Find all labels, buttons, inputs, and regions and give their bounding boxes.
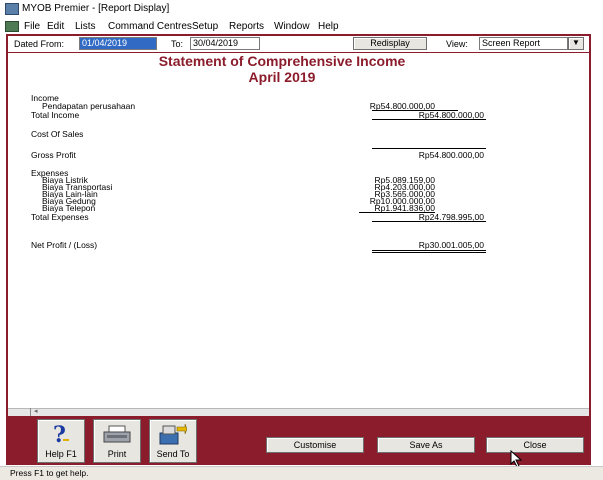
scroll-divider [30,408,31,416]
gross-profit-rule [372,148,486,149]
to-label: To: [171,39,184,49]
total-expenses-label: Total Expenses [31,212,89,222]
total-rule [372,221,486,222]
dated-from-label: Dated From: [14,39,65,49]
menu-command-centres[interactable]: Command Centres [108,21,192,32]
net-profit-double-rule [372,252,486,253]
window-title: MYOB Premier - [Report Display] [22,3,170,14]
net-profit-label: Net Profit / (Loss) [31,240,98,250]
gross-profit-amount: Rp54.800.000,00 [418,150,484,160]
help-button-label: Help F1 [45,449,77,459]
gross-profit-label: Gross Profit [31,150,76,160]
net-profit-amount: Rp30.001.005,00 [418,240,484,250]
question-mark-icon: ? [53,422,69,446]
menu-reports[interactable]: Reports [229,21,264,32]
status-bar [0,466,603,480]
customise-button[interactable]: Customise [266,437,364,453]
total-rule [372,119,486,120]
redisplay-button[interactable]: Redisplay [353,37,427,50]
menu-setup[interactable]: Setup [192,21,218,32]
help-button[interactable]: ? Help F1 [37,419,85,463]
menu-lists[interactable]: Lists [75,21,96,32]
menu-edit[interactable]: Edit [47,21,64,32]
report-period: April 2019 [248,69,316,85]
report-title: Statement of Comprehensive Income [158,53,406,69]
chevron-down-icon[interactable]: ▼ [568,37,584,50]
send-to-button-label: Send To [156,449,190,459]
menu-window[interactable]: Window [274,21,310,32]
send-to-icon [159,423,187,445]
cost-of-sales-label: Cost Of Sales [31,129,84,139]
net-profit-rule [372,250,486,251]
close-button[interactable]: Close [486,437,584,453]
total-income-label: Total Income [31,110,80,120]
view-label: View: [446,39,468,49]
document-icon[interactable] [5,21,19,32]
save-as-button[interactable]: Save As [377,437,475,453]
svg-text:?: ? [53,422,66,446]
menu-help[interactable]: Help [318,21,339,32]
print-button-label: Print [107,449,127,459]
printer-icon [103,425,131,443]
dated-from-input[interactable]: 01/04/2019 [79,37,157,50]
status-text: Press F1 to get help. [10,468,89,478]
scroll-left-arrow-icon[interactable]: ◂ [34,407,38,415]
print-button[interactable]: Print [93,419,141,463]
send-to-button[interactable]: Send To [149,419,197,463]
to-date-input[interactable]: 30/04/2019 [190,37,260,50]
view-select[interactable]: Screen Report [479,37,568,50]
menu-file[interactable]: File [24,21,40,32]
app-icon [5,3,19,15]
